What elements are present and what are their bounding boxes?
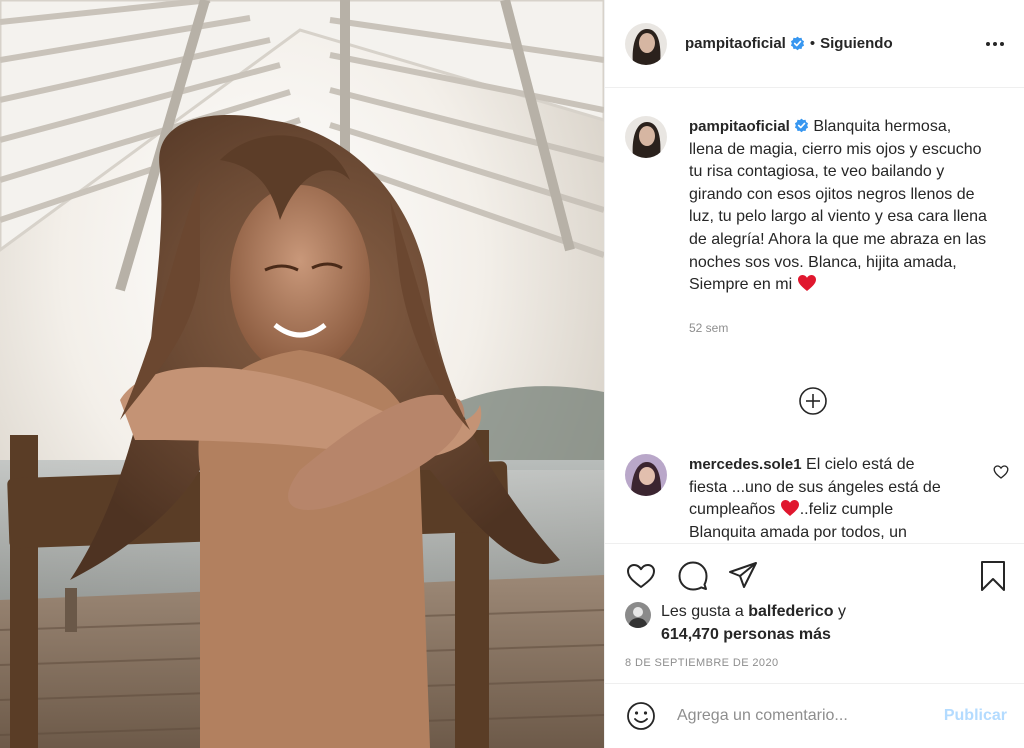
author-username[interactable]: pampitaoficial (685, 35, 786, 52)
likes-count-link[interactable]: 614,470 personas más (661, 626, 831, 643)
following-button[interactable]: Siguiendo (820, 35, 893, 52)
verified-badge-icon (790, 36, 804, 51)
liker-username[interactable]: balfederico (748, 603, 833, 620)
post-caption: pampitaoficial Blanquita hermosa, llena … (605, 89, 1024, 339)
caption-text: Blanquita hermosa, llena de magia, cierr… (689, 118, 987, 294)
author-avatar[interactable] (625, 22, 667, 65)
post-header: pampitaoficial • Siguiendo (605, 0, 1024, 88)
post-date[interactable]: 8 DE SEPTIEMBRE DE 2020 (625, 657, 778, 669)
post-photo[interactable] (0, 0, 604, 748)
likes-prefix: Les gusta a (661, 603, 744, 620)
add-comment-bar: Publicar (605, 683, 1024, 748)
commenter-username[interactable]: mercedes.sole1 (689, 456, 802, 473)
comments-scroll-area[interactable]: pampitaoficial Blanquita hermosa, llena … (605, 89, 1024, 543)
verified-badge-icon (794, 118, 808, 133)
liker-avatar[interactable] (625, 602, 651, 628)
comment-bubble-icon[interactable] (677, 560, 709, 592)
comment-input[interactable] (677, 707, 944, 725)
caption-username[interactable]: pampitaoficial (689, 118, 790, 135)
publish-button[interactable]: Publicar (944, 707, 1007, 725)
likes-conjunction: y (838, 603, 846, 620)
commenter-avatar[interactable] (625, 454, 667, 496)
caption-time-ago[interactable]: 52 sem (689, 317, 989, 340)
like-comment-heart-icon[interactable] (993, 464, 1009, 480)
red-heart-emoji-icon (797, 275, 816, 292)
save-bookmark-icon[interactable] (977, 560, 1009, 592)
share-direct-icon[interactable] (727, 560, 759, 592)
post-actions-section: Les gusta a balfederico y 614,470 person… (605, 543, 1024, 683)
photo-illustration (0, 0, 604, 748)
load-more-comments-icon[interactable] (798, 386, 828, 416)
comment-item: mercedes.sole1 El cielo está de fiesta .… (625, 454, 1015, 543)
like-heart-icon[interactable] (625, 560, 657, 592)
caption-avatar[interactable] (625, 116, 667, 158)
header-separator: • (809, 35, 816, 52)
red-heart-emoji-icon (780, 500, 799, 517)
action-icons-row (625, 560, 1009, 592)
likes-summary: Les gusta a balfederico y 614,470 person… (625, 601, 846, 646)
more-options-icon[interactable] (982, 31, 1008, 57)
emoji-smiley-icon[interactable] (625, 700, 657, 732)
post-side-panel: pampitaoficial • Siguiendo pampitaoficia… (604, 0, 1024, 748)
